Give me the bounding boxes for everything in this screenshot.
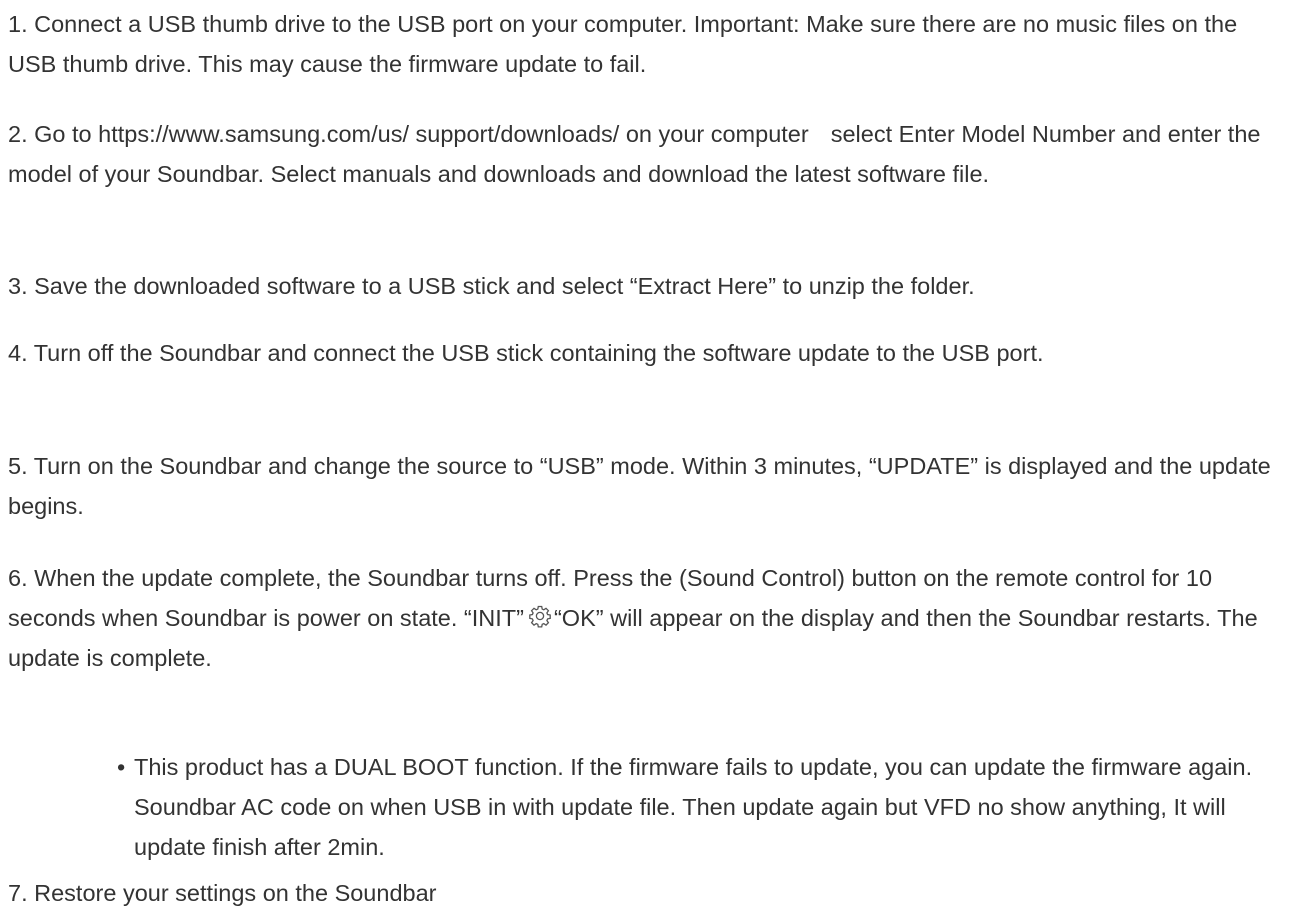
step-7-text: 7. Restore your settings on the Soundbar bbox=[8, 880, 437, 906]
step-4-text: 4. Turn off the Soundbar and connect the… bbox=[8, 340, 1044, 366]
step-4: 4. Turn off the Soundbar and connect the… bbox=[8, 333, 1284, 373]
step-2-text-a: 2. Go to https://www.samsung.com/us/ sup… bbox=[8, 121, 809, 147]
step-6: 6. When the update complete, the Soundba… bbox=[8, 558, 1284, 678]
gear-icon bbox=[528, 600, 552, 628]
step-5: 5. Turn on the Soundbar and change the s… bbox=[8, 446, 1284, 526]
step-1: 1. Connect a USB thumb drive to the USB … bbox=[8, 4, 1284, 84]
step-1-text: 1. Connect a USB thumb drive to the USB … bbox=[8, 11, 1238, 77]
note-bullet: • bbox=[117, 754, 126, 780]
note-text: This product has a DUAL BOOT function. I… bbox=[134, 754, 1253, 860]
step-5-text: 5. Turn on the Soundbar and change the s… bbox=[8, 453, 1271, 519]
step-2: 2. Go to https://www.samsung.com/us/ sup… bbox=[8, 114, 1284, 194]
dual-boot-note: • This product has a DUAL BOOT function.… bbox=[117, 747, 1277, 867]
step-7: 7. Restore your settings on the Soundbar bbox=[8, 873, 1284, 913]
step-3: 3. Save the downloaded software to a USB… bbox=[8, 266, 1284, 306]
step-3-text: 3. Save the downloaded software to a USB… bbox=[8, 273, 975, 299]
